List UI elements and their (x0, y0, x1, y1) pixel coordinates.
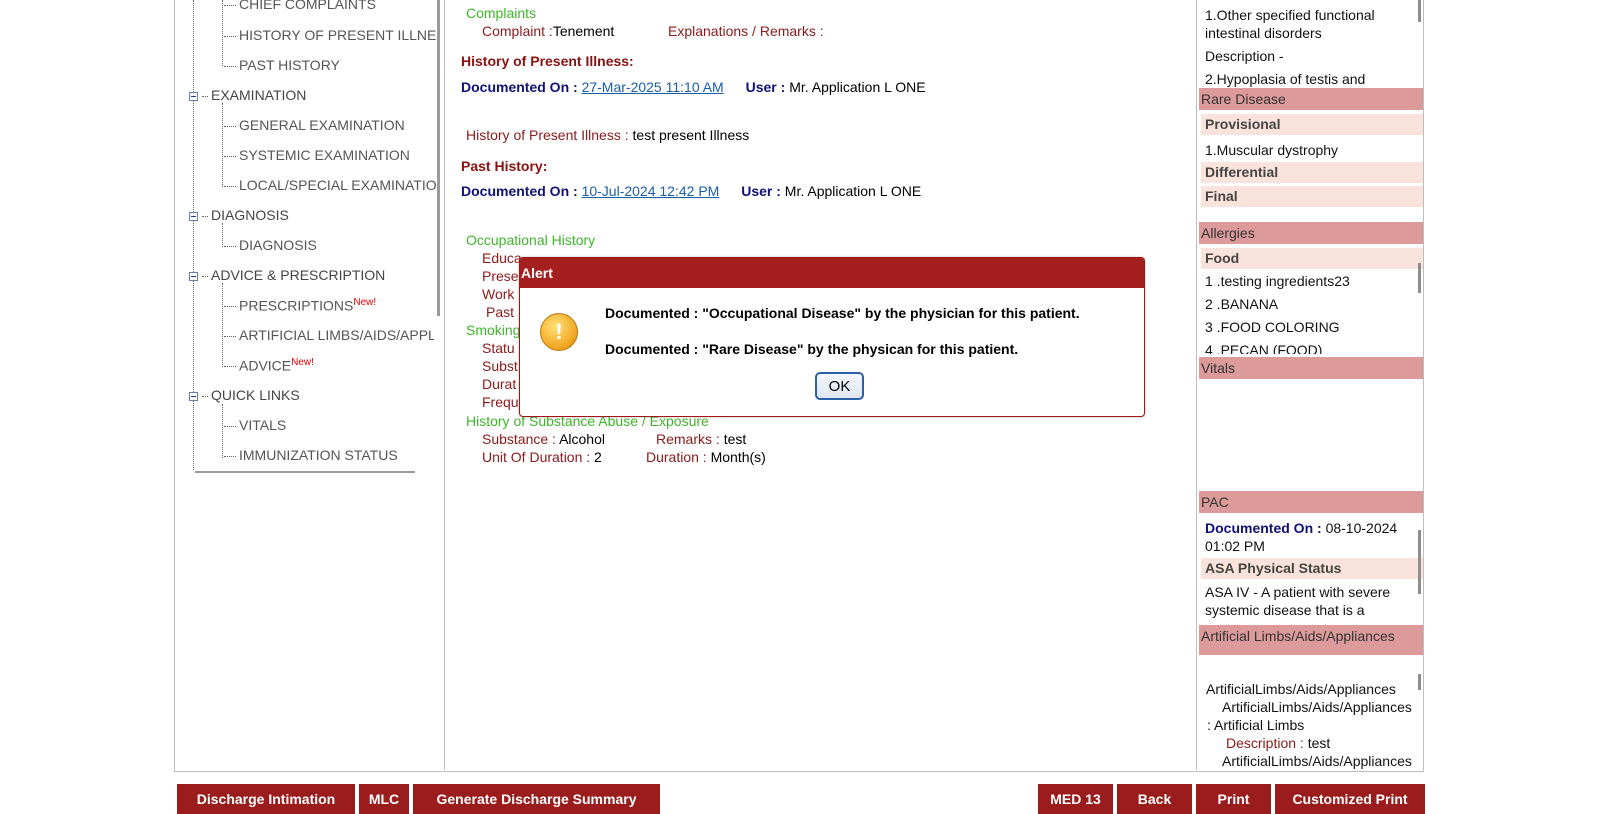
diagnosis-item: 2.Hypoplasia of testis and (1205, 71, 1366, 87)
smoking-frequency-label: Frequ (482, 394, 519, 410)
occ-work-label: Work (482, 286, 515, 302)
tree-item-prescriptions[interactable]: PRESCRIPTIONSNew! (224, 297, 376, 314)
mlc-button[interactable]: MLC (359, 784, 409, 814)
past-date-link[interactable]: 10-Jul-2024 12:42 PM (582, 183, 720, 199)
complaint-row: Complaint :Tenement (482, 23, 615, 39)
limbs-description: Description : test (1226, 735, 1331, 751)
diagnosis-scrollbar[interactable] (1418, 0, 1421, 22)
hpi-date-link[interactable]: 27-Mar-2025 11:10 AM (582, 79, 724, 95)
pac-scrollbar[interactable] (1418, 530, 1421, 594)
asa-text: ASA IV - A patient with severe systemic … (1205, 584, 1391, 618)
food-label: Food (1201, 248, 1423, 269)
summary-panel: 1.Other specified functional intestinal … (1196, 0, 1424, 770)
ok-button[interactable]: OK (815, 372, 864, 400)
limbs-category: ArtificialLimbs/Aids/Appliances (1206, 681, 1396, 697)
explanations-label: Explanations / Remarks : (668, 23, 824, 39)
hpi-row: History of Present Illness : test presen… (466, 127, 750, 143)
allergy-item: 3 .FOOD COLORING (1205, 319, 1340, 335)
new-badge: New! (353, 297, 377, 308)
collapse-examination-icon[interactable] (189, 92, 198, 101)
tree-item-general-examination[interactable]: GENERAL EXAMINATION (224, 117, 405, 133)
alert-message-line1: Documented : "Occupational Disease" by t… (605, 305, 1080, 321)
navigation-tree (174, 0, 444, 770)
diagnosis-item: 1.Other specified functional intestinal … (1205, 7, 1375, 41)
back-button[interactable]: Back (1117, 784, 1192, 814)
differential-label: Differential (1201, 162, 1423, 183)
tree-item-history-present-illness[interactable]: HISTORY OF PRESENT ILLNE (224, 27, 436, 43)
occupational-heading: Occupational History (466, 232, 596, 248)
artificial-limbs-heading: Artificial Limbs/Aids/Appliances (1199, 625, 1423, 655)
tree-item-examination[interactable]: EXAMINATION (202, 87, 306, 103)
alert-dialog: Alert ! Documented : "Occupational Disea… (519, 257, 1145, 417)
remarks-row: Remarks : test (656, 431, 747, 447)
smoking-heading: Smoking (466, 322, 521, 338)
allergy-item: 1 .testing ingredients23 (1205, 273, 1350, 289)
artificial-limbs-details: ArtificialLimbs/Aids/Appliances Artifici… (1196, 680, 1424, 770)
limbs-label: ArtificialLimbs/Aids/Appliances (1222, 699, 1412, 715)
smoking-duration-label: Durat (482, 376, 517, 392)
final-label: Final (1201, 186, 1423, 207)
collapse-diagnosis-icon[interactable] (189, 212, 198, 221)
collapse-advice-icon[interactable] (189, 272, 198, 281)
new-badge: New! (291, 357, 314, 368)
divider (444, 0, 445, 770)
tree-item-diagnosis-group[interactable]: DIAGNOSIS (202, 207, 289, 223)
occ-education-label: Educa (482, 250, 522, 266)
pac-documented: Documented On : 08-10-2024 01:02 PM (1205, 520, 1398, 554)
allergy-scrollbar[interactable] (1418, 263, 1421, 293)
smoking-status-label: Statu (482, 340, 515, 356)
past-documented-row: Documented On : 10-Jul-2024 12:42 PM Use… (461, 183, 922, 199)
generate-discharge-summary-button[interactable]: Generate Discharge Summary (413, 784, 660, 814)
occ-past-label: Past (486, 304, 515, 320)
tree-item-local-special-examination[interactable]: LOCAL/SPECIAL EXAMINATIO (224, 177, 437, 193)
tree-item-advice-prescription[interactable]: ADVICE & PRESCRIPTION (202, 267, 385, 283)
tree-item-artificial-limbs[interactable]: ARTIFICIAL LIMBS/AIDS/APPLI (224, 327, 434, 343)
med13-button[interactable]: MED 13 (1038, 784, 1113, 814)
allergy-item: 4 .PECAN (FOOD) (1205, 342, 1323, 354)
duration-row: Duration : Month(s) (646, 449, 766, 465)
past-history-heading: Past History: (461, 158, 548, 174)
rare-disease-item: 1.Muscular dystrophy (1205, 142, 1339, 158)
smoking-substance-label: Subst (482, 358, 518, 374)
collapse-quick-links-icon[interactable] (189, 392, 198, 401)
tree-item-immunization-status[interactable]: IMMUNIZATION STATUS (224, 447, 398, 463)
alert-message-line2: Documented : "Rare Disease" by the physi… (605, 341, 1019, 357)
tree-item-vitals[interactable]: VITALS (224, 417, 286, 433)
tree-item-advice[interactable]: ADVICENew! (224, 357, 314, 374)
limbs-label: ArtificialLimbs/Aids/Appliances (1222, 753, 1412, 769)
warning-icon: ! (540, 313, 578, 351)
complaints-heading: Complaints (466, 5, 537, 21)
substance-row: Substance : Alcohol (482, 431, 605, 447)
tree-horizontal-scrollbar[interactable] (195, 471, 415, 473)
hpi-heading: History of Present Illness: (461, 53, 634, 69)
provisional-label: Provisional (1201, 114, 1423, 135)
occ-present-label: Prese (482, 268, 519, 284)
print-button[interactable]: Print (1196, 784, 1271, 814)
allergy-list: 1 .testing ingredients23 2 .BANANA 3 .FO… (1196, 272, 1424, 354)
tree-item-quick-links[interactable]: QUICK LINKS (202, 387, 300, 403)
vitals-heading: Vitals (1199, 357, 1423, 379)
allergy-item: 2 .BANANA (1205, 296, 1279, 312)
tree-item-past-history[interactable]: PAST HISTORY (224, 57, 340, 73)
tree-vertical-scrollbar[interactable] (437, 0, 440, 316)
customized-print-button[interactable]: Customized Print (1275, 784, 1425, 814)
allergies-heading: Allergies (1199, 222, 1423, 244)
asa-heading: ASA Physical Status (1201, 558, 1423, 579)
limbs-scrollbar[interactable] (1418, 674, 1421, 690)
hpi-documented-row: Documented On : 27-Mar-2025 11:10 AM Use… (461, 79, 926, 95)
tree-item-chief-complaints[interactable]: CHIEF COMPLAINTS (224, 0, 376, 12)
limbs-value: : Artificial Limbs (1207, 717, 1305, 733)
rare-disease-heading: Rare Disease (1199, 88, 1423, 110)
tree-item-systemic-examination[interactable]: SYSTEMIC EXAMINATION (224, 147, 410, 163)
unit-duration-row: Unit Of Duration : 2 (482, 449, 602, 465)
alert-title: Alert (520, 258, 1144, 288)
discharge-intimation-button[interactable]: Discharge Intimation (177, 784, 355, 814)
diagnosis-description: Description - (1205, 48, 1284, 64)
tree-item-diagnosis[interactable]: DIAGNOSIS (224, 237, 317, 253)
pac-heading: PAC (1199, 491, 1423, 513)
